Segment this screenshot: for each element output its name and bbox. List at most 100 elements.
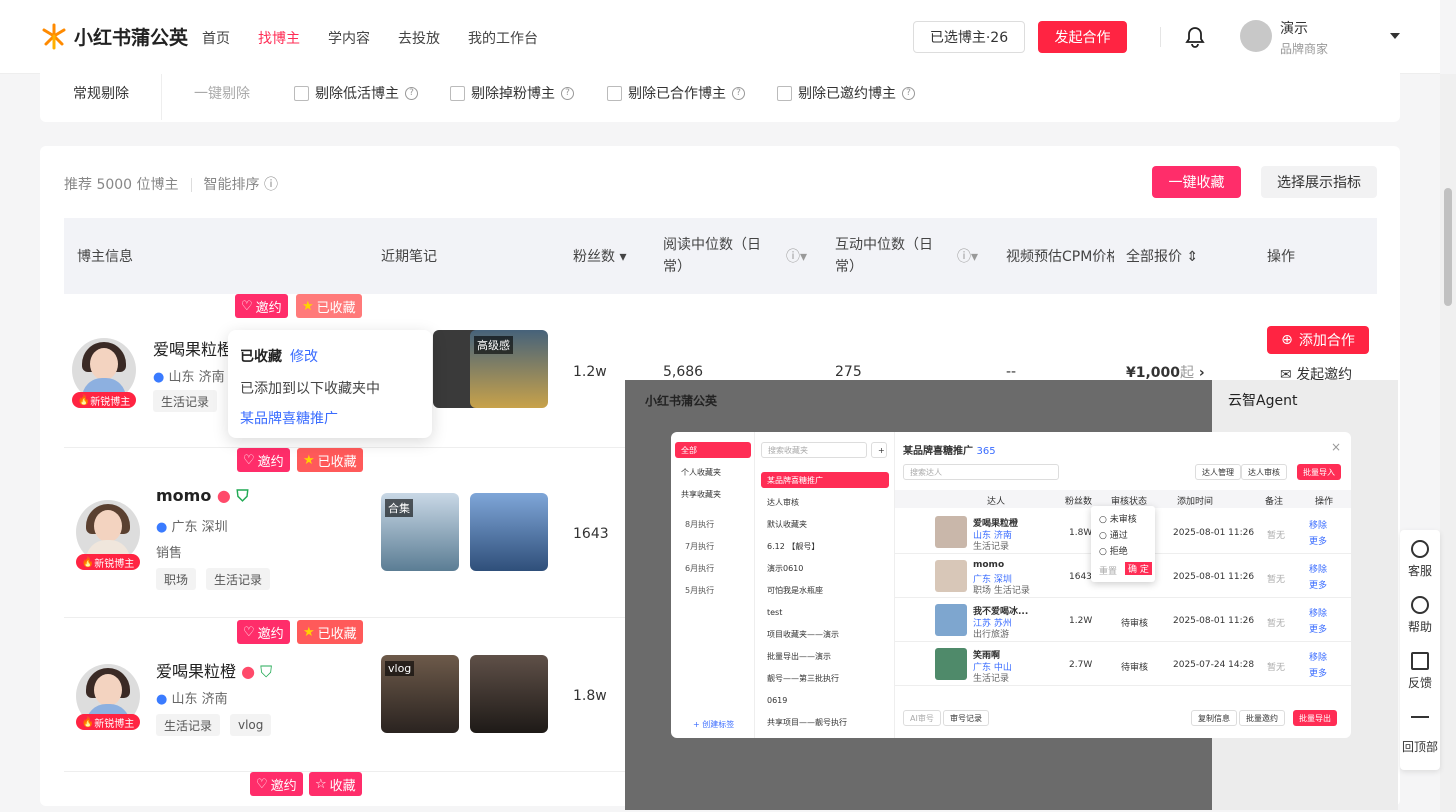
folder-item[interactable]: 默认收藏夹 [761,516,813,532]
note-thumbnail[interactable] [470,493,548,571]
batch-invite-button[interactable]: 批量邀约 [1239,710,1285,726]
back-to-top-button[interactable]: 回顶部 [1400,716,1440,755]
checkbox[interactable] [607,85,622,101]
ai-review-button[interactable]: AI审号 [903,710,941,726]
folder-item[interactable]: 靓号——第三批执行 [761,670,845,686]
checkbox[interactable] [777,85,792,101]
blogger-name[interactable]: 爱喝果粒橙 ● ⛉ [156,658,272,682]
folder-item[interactable]: 项目收藏夹——演示 [761,626,845,642]
col-fans[interactable]: 粉丝数 ▾ [573,246,626,266]
exclude-low-active-checkbox[interactable]: 剔除低活博主? [294,83,418,103]
folder-item[interactable]: 0619 [761,692,793,708]
add-cooperation-button[interactable]: ⊕ 添加合作 [1267,326,1369,354]
exclude-cooperated-checkbox[interactable]: 剔除已合作博主? [607,83,745,103]
help-button[interactable]: 帮助 [1400,596,1440,635]
status-option[interactable]: ○ 通过 [1099,528,1128,541]
remove-link[interactable]: 移除 [1309,650,1327,663]
checkbox[interactable] [294,85,309,101]
collected-button[interactable]: ★ 已收藏 [296,294,362,318]
note-thumbnail[interactable]: vlog [381,655,459,733]
talent-search-input[interactable]: 搜索达人 [903,464,1059,480]
page-scrollbar[interactable] [1440,74,1456,812]
more-link[interactable]: 更多 [1309,534,1327,547]
folder-item[interactable]: 可怕我是水瓶座 [761,582,829,598]
more-link[interactable]: 更多 [1309,578,1327,591]
create-tag-link[interactable]: + 创建标签 [687,716,740,732]
talent-name[interactable]: momo [973,560,1004,570]
note-thumbnail[interactable]: 合集 [381,493,459,571]
table-header: 博主信息 近期笔记 粉丝数 ▾ 阅读中位数（日常） ⓘ▾ 互动中位数（日常） ⓘ… [64,218,1377,294]
batch-import-button[interactable]: 批量导入 [1297,464,1341,480]
more-link[interactable]: 更多 [1309,622,1327,635]
price-value[interactable]: ¥1,000起 › [1126,362,1205,382]
talent-manage-button[interactable]: 达人管理 [1195,464,1241,480]
invite-button[interactable]: ♡ 邀约 [237,448,290,472]
tag-item[interactable]: 8月执行 [679,516,720,532]
remove-link[interactable]: 移除 [1309,606,1327,619]
folder-item[interactable]: 达人审核 [761,494,805,510]
tag-item[interactable]: 7月执行 [679,538,720,554]
status-option[interactable]: ○ 拒绝 [1099,544,1128,557]
remove-link[interactable]: 移除 [1309,562,1327,575]
copy-info-button[interactable]: 复制信息 [1191,710,1237,726]
nav-home[interactable]: 首页 [202,28,230,48]
nav-shared-folders[interactable]: 共享收藏夹 [675,486,727,502]
collected-button[interactable]: ★ 已收藏 [297,620,363,644]
user-avatar[interactable] [1240,20,1272,52]
close-icon[interactable]: × [1331,440,1341,454]
folder-item[interactable]: test [761,604,788,620]
nav-personal-folders[interactable]: 个人收藏夹 [675,464,727,480]
nav-learn[interactable]: 学内容 [328,28,370,48]
collected-button[interactable]: ★ 已收藏 [297,448,363,472]
selected-bloggers-button[interactable]: 已选博主·26 [913,21,1025,53]
nav-workspace[interactable]: 我的工作台 [468,28,538,48]
folder-item[interactable]: 演示0610 [761,560,809,576]
col-all-price[interactable]: 全部报价 ⇕ [1126,246,1198,266]
feedback-button[interactable]: 反馈 [1400,652,1440,691]
smart-sort[interactable]: 智能排序 [204,177,260,193]
folder-item[interactable]: 共享项目——靓号执行 [761,714,853,730]
scrollbar-thumb[interactable] [1444,188,1452,306]
blogger-name[interactable]: momo ● ⛉ [156,486,248,506]
one-key-favorite-button[interactable]: 一键收藏 [1152,166,1241,198]
add-folder-icon[interactable]: + [871,442,887,458]
chevron-down-icon[interactable] [1390,33,1400,39]
note-thumbnail[interactable] [470,655,548,733]
col-read-median[interactable]: 阅读中位数（日常） [663,234,768,278]
invite-button[interactable]: ♡ 邀约 [250,772,303,796]
bell-icon[interactable] [1185,26,1205,48]
start-cooperation-button[interactable]: 发起合作 [1038,21,1127,53]
collect-button[interactable]: ☆ 收藏 [309,772,362,796]
popover-edit-link[interactable]: 修改 [290,346,318,366]
popover-folder-link[interactable]: 某品牌喜糖推广 [240,408,338,428]
nav-find-blogger[interactable]: 找博主 [258,28,300,48]
note-thumbnail[interactable]: 高级感 [470,330,548,408]
remove-link[interactable]: 移除 [1309,518,1327,531]
folder-search-input[interactable]: 搜索收藏夹 [761,442,867,458]
review-log-button[interactable]: 审号记录 [943,710,989,726]
nav-all[interactable]: 全部 [675,442,751,458]
folder-item[interactable]: 6.12 【靓号】 [761,538,825,554]
tag-item[interactable]: 5月执行 [679,582,720,598]
support-button[interactable]: 客服 [1400,540,1440,579]
select-metrics-button[interactable]: 选择展示指标 [1261,166,1377,198]
folder-item-active[interactable]: 某品牌喜糖推广 [761,472,889,488]
exclude-lost-fans-checkbox[interactable]: 剔除掉粉博主? [450,83,574,103]
one-key-exclude[interactable]: 一键剔除 [194,83,250,103]
logo[interactable]: 小红书蒲公英 [40,22,188,50]
nav-deliver[interactable]: 去投放 [398,28,440,48]
reset-button[interactable]: 重置 [1099,564,1117,577]
exclude-invited-checkbox[interactable]: 剔除已邀约博主? [777,83,915,103]
more-link[interactable]: 更多 [1309,666,1327,679]
folder-item[interactable]: 批量导出——演示 [761,648,837,664]
blogger-name[interactable]: 爱喝果粒橙 [153,336,233,360]
invite-button[interactable]: ♡ 邀约 [237,620,290,644]
talent-review-button[interactable]: 达人审核 [1241,464,1287,480]
invite-button[interactable]: ♡ 邀约 [235,294,288,318]
status-option[interactable]: ○ 未审核 [1099,512,1137,525]
tag-item[interactable]: 6月执行 [679,560,720,576]
col-interact-median[interactable]: 互动中位数（日常） [835,234,940,278]
confirm-button[interactable]: 确 定 [1125,562,1152,575]
checkbox[interactable] [450,85,465,101]
batch-export-button[interactable]: 批量导出 [1293,710,1337,726]
